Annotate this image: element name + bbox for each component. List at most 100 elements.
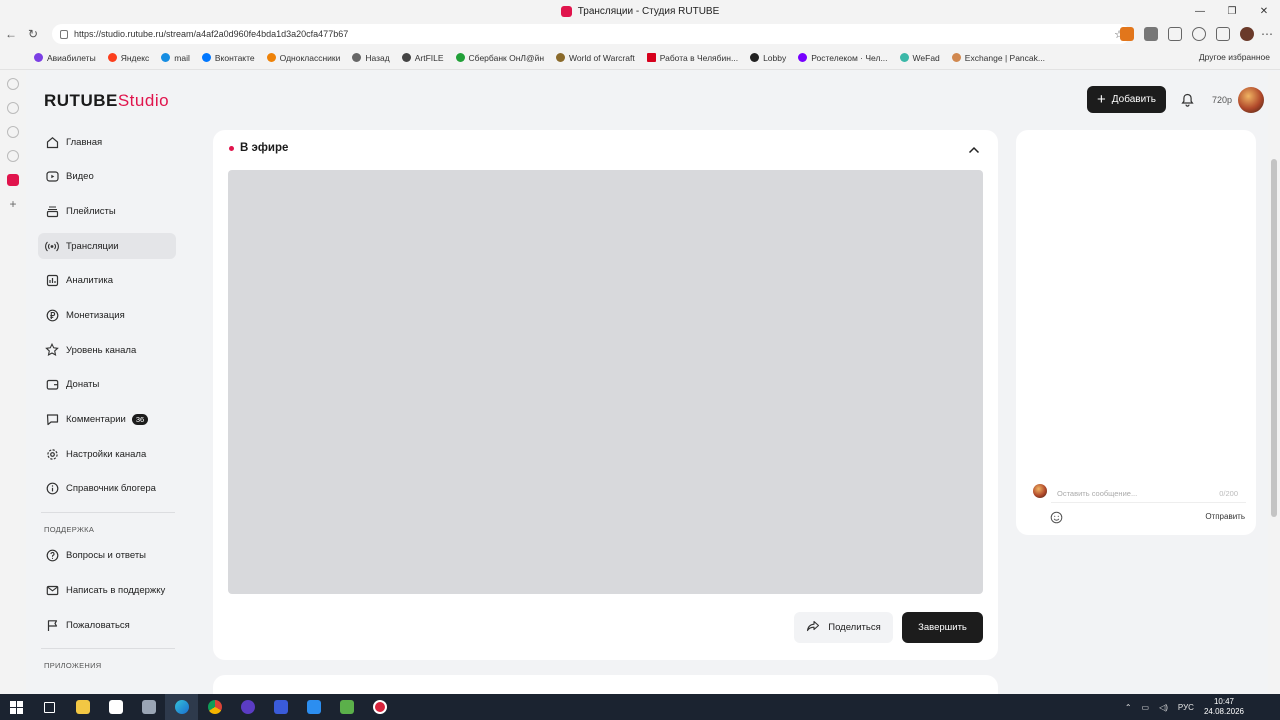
sidebar-item-blogger-guide[interactable]: Справочник блогера (38, 476, 176, 502)
share-button[interactable]: Поделиться (794, 612, 893, 643)
bookmark-item[interactable]: Вконтакте (201, 53, 255, 63)
bell-icon[interactable] (1180, 92, 1196, 108)
bookmark-item[interactable]: Яндекс (107, 53, 149, 63)
bookmark-item[interactable]: ArtFILE (401, 53, 444, 63)
chat-panel: Оставить сообщение... 0/200 Отправить (1016, 130, 1256, 535)
windows-start-icon[interactable] (0, 694, 33, 720)
obs-icon[interactable] (231, 694, 264, 720)
bookmark-item[interactable]: Exchange | Pancak... (951, 53, 1045, 63)
rutube-studio-logo[interactable]: RUTUBEStudio (44, 91, 169, 111)
chat-send-button[interactable]: Отправить (1205, 512, 1245, 521)
volume-icon[interactable]: ◁) (1159, 703, 1168, 712)
chevron-up-tray-icon[interactable]: ⌃ (1125, 703, 1132, 712)
bookmark-favicon-icon (798, 53, 808, 62)
video-icon (45, 170, 59, 184)
sidebar-item-channel-level[interactable]: Уровень канала (38, 337, 176, 363)
home-icon (45, 135, 59, 149)
collections-icon[interactable] (1216, 27, 1230, 41)
app-icon[interactable] (264, 694, 297, 720)
app-grid-icon[interactable] (297, 694, 330, 720)
sidebar-app-icon[interactable] (7, 150, 19, 162)
bookmark-favicon-icon (750, 53, 760, 62)
minimize-icon[interactable]: — (1184, 0, 1216, 22)
favorites-icon[interactable] (1192, 27, 1206, 41)
extension-icon[interactable] (1144, 27, 1158, 41)
sidebar-item-playlists[interactable]: Плейлисты (38, 198, 176, 224)
bookmark-item[interactable]: mail (161, 53, 190, 63)
page-scrollbar[interactable] (1268, 71, 1280, 694)
close-icon[interactable]: ✕ (1248, 0, 1280, 22)
sidebar-app-icon[interactable] (7, 78, 19, 90)
network-icon[interactable]: ▭ (1142, 703, 1150, 712)
bookmark-item[interactable]: Одноклассники (266, 53, 340, 63)
clock-time: 10:47 (1213, 697, 1234, 706)
bookmark-favicon-icon (352, 53, 362, 62)
task-view-icon[interactable] (33, 694, 66, 720)
chevron-up-icon[interactable] (966, 142, 982, 158)
record-app-icon[interactable] (363, 694, 396, 720)
bookmark-item[interactable]: World of Warcraft (556, 53, 635, 63)
bookmark-item[interactable]: WeFad (899, 53, 940, 63)
profile-avatar-icon[interactable] (1240, 27, 1254, 41)
bookmark-item[interactable]: Сбербанк ОнЛ@йн (455, 53, 544, 63)
back-icon[interactable]: ← (0, 23, 22, 45)
sidebar-item-channel-settings[interactable]: Настройки канала (38, 441, 176, 467)
chrome-icon[interactable] (198, 694, 231, 720)
sidebar-item-faq[interactable]: Вопросы и ответы (38, 543, 176, 569)
wallet-icon (45, 378, 59, 392)
file-explorer-icon[interactable] (66, 694, 99, 720)
calculator-icon[interactable] (132, 694, 165, 720)
end-stream-button[interactable]: Завершить (902, 612, 983, 643)
bookmark-item[interactable]: Авиабилеты (34, 53, 96, 63)
more-menu-icon[interactable]: ⋯ (1256, 23, 1278, 45)
sidebar-item-video[interactable]: Видео (38, 164, 176, 190)
bookmark-favicon-icon (556, 53, 566, 62)
window-title: Трансляции - Студия RUTUBE (577, 5, 720, 17)
lock-icon (60, 29, 68, 39)
reload-icon[interactable]: ↻ (22, 23, 44, 45)
chat-placeholder: Оставить сообщение... (1057, 489, 1138, 498)
clock[interactable]: 10:47 24.08.2026 (1204, 697, 1244, 717)
sidebar-app-icon[interactable] (7, 126, 19, 138)
split-screen-icon[interactable] (1168, 27, 1182, 41)
rutube-app-icon[interactable] (7, 174, 19, 186)
sidebar-item-home[interactable]: Главная (38, 129, 176, 155)
sidebar-item-report[interactable]: Пожаловаться (38, 612, 176, 638)
system-tray: ⌃ ▭ ◁) РУС 10:47 24.08.2026 (1125, 694, 1244, 720)
g-app-icon[interactable] (330, 694, 363, 720)
bookmark-item[interactable]: Работа в Челябин... (646, 53, 738, 63)
emoji-icon[interactable] (1050, 511, 1063, 524)
other-bookmarks[interactable]: Другое избранное (1199, 52, 1270, 62)
bookmark-favicon-icon (266, 53, 276, 62)
sidebar-app-icon[interactable] (7, 102, 19, 114)
sidebar-item-donations[interactable]: Донаты (38, 372, 176, 398)
sidebar-item-analytics[interactable]: Аналитика (38, 268, 176, 294)
bookmark-item[interactable]: Lobby (750, 53, 786, 63)
sidebar-item-monetization[interactable]: Монетизация (38, 302, 176, 328)
bookmark-item[interactable]: Назад (352, 53, 390, 63)
sidebar-divider (41, 648, 175, 650)
scrollbar-thumb[interactable] (1271, 159, 1277, 517)
user-avatar[interactable] (1238, 86, 1264, 113)
bookmark-favicon-icon (201, 53, 211, 62)
sidebar-item-comments[interactable]: Комментарии 36 (38, 407, 176, 433)
edge-browser-icon[interactable] (165, 694, 198, 720)
video-player[interactable] (228, 170, 983, 594)
bookmark-favicon-icon (455, 53, 465, 62)
store-icon[interactable] (99, 694, 132, 720)
quality-indicator[interactable]: 720p (1212, 95, 1232, 105)
sidebar-item-contact-support[interactable]: Написать в поддержку (38, 578, 176, 604)
window-controls: — ❐ ✕ (1184, 0, 1280, 22)
bookmark-item[interactable]: Ростелеком · Чел... (798, 53, 888, 63)
sidebar-item-broadcasts[interactable]: Трансляции (38, 233, 176, 260)
info-icon (45, 482, 59, 496)
url-field[interactable]: https://studio.rutube.ru/stream/a4af2a0d… (52, 24, 1130, 44)
restore-icon[interactable]: ❐ (1216, 0, 1248, 22)
bookmark-favicon-icon (646, 53, 656, 62)
add-app-icon[interactable]: + (7, 198, 19, 210)
bookmark-favicon-icon (161, 53, 171, 62)
language-indicator[interactable]: РУС (1178, 703, 1194, 712)
chat-message-input[interactable]: Оставить сообщение... 0/200 (1051, 485, 1246, 503)
metamask-extension-icon[interactable] (1120, 27, 1134, 41)
add-button[interactable]: + Добавить (1087, 86, 1166, 113)
